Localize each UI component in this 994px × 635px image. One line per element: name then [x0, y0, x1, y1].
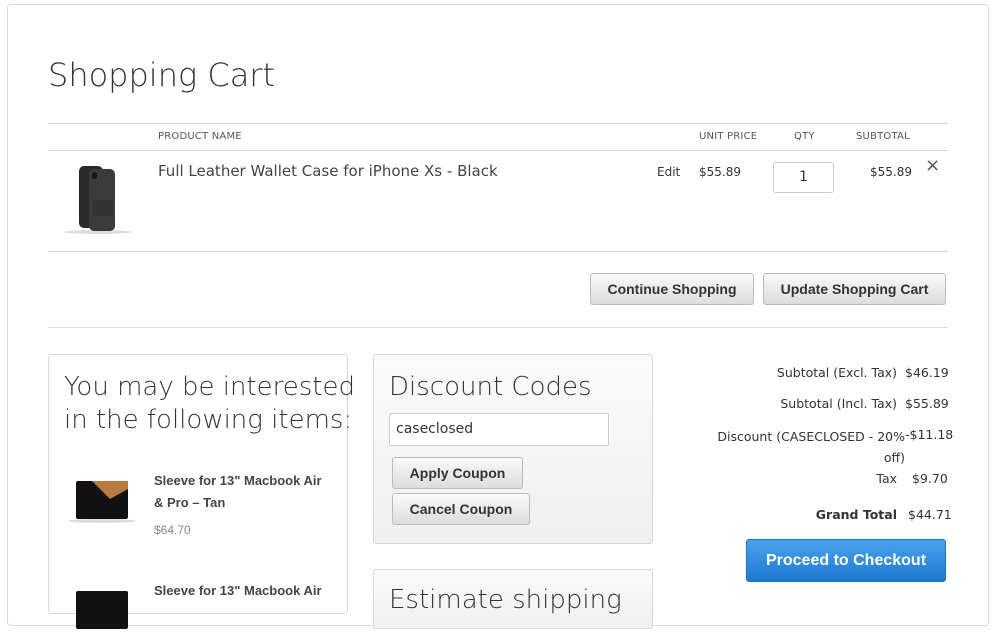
discount-value: -$11.18 [905, 427, 954, 442]
page-title: Shopping Cart [48, 56, 275, 94]
discount-title: Discount Codes [389, 372, 592, 402]
related-title-line2: in the following items: [64, 405, 353, 435]
column-header-subtotal: SUBTOTAL [856, 131, 910, 142]
row-subtotal: $55.89 [870, 165, 912, 179]
grand-total-label: Grand Total [815, 507, 897, 522]
discount-label-line2: off) [883, 450, 905, 465]
subtotal-excl-value: $46.19 [905, 365, 949, 380]
column-header-unit-price: UNIT PRICE [699, 131, 758, 142]
shipping-title[interactable]: Estimate shipping [389, 584, 622, 617]
column-header-qty: QTY [794, 131, 815, 142]
subtotal-incl-value: $55.89 [905, 396, 949, 411]
unit-price: $55.89 [699, 165, 741, 179]
edit-item-link[interactable]: Edit [657, 165, 680, 179]
related-item-image[interactable] [66, 585, 138, 635]
subtotal-excl-label: Subtotal (Excl. Tax) [776, 365, 897, 380]
update-cart-button[interactable]: Update Shopping Cart [763, 273, 946, 305]
cancel-coupon-button[interactable]: Cancel Coupon [392, 493, 530, 525]
quantity-input[interactable]: 1 [773, 162, 834, 193]
related-item-image[interactable] [66, 475, 138, 525]
subtotal-incl-label: Subtotal (Incl. Tax) [780, 396, 897, 411]
table-header-divider [48, 150, 948, 151]
grand-total-value: $44.71 [908, 507, 952, 522]
discount-label-line1: Discount (CASECLOSED - 20% [717, 429, 905, 444]
column-header-product: PRODUCT NAME [158, 131, 242, 142]
related-items-title: You may be interested in the following i… [64, 371, 355, 437]
proceed-to-checkout-button[interactable]: Proceed to Checkout [746, 539, 946, 582]
related-item-name-line1: Sleeve for 13" Macbook Air [154, 473, 322, 488]
product-name-link[interactable]: Full Leather Wallet Case for iPhone Xs -… [158, 162, 498, 180]
remove-item-icon[interactable]: × [925, 155, 940, 176]
discount-label: Discount (CASECLOSED - 20% off) [717, 426, 905, 468]
related-item-name-link[interactable]: Sleeve for 13" Macbook Air & Pro – Tan [154, 470, 329, 514]
table-top-divider [48, 123, 948, 124]
related-item-name-link[interactable]: Sleeve for 13" Macbook Air [154, 580, 329, 602]
related-item-name-line2: & Pro – Tan [154, 495, 226, 510]
coupon-code-input[interactable]: caseclosed [389, 413, 609, 446]
related-item-price: $64.70 [154, 523, 191, 537]
tax-value: $9.70 [912, 471, 948, 486]
apply-coupon-button[interactable]: Apply Coupon [392, 457, 523, 489]
related-title-line1: You may be interested [64, 372, 356, 402]
section-divider [48, 327, 948, 328]
table-bottom-divider [48, 251, 948, 252]
continue-shopping-button[interactable]: Continue Shopping [590, 273, 754, 305]
product-image[interactable] [62, 160, 134, 236]
tax-label: Tax [876, 471, 897, 486]
